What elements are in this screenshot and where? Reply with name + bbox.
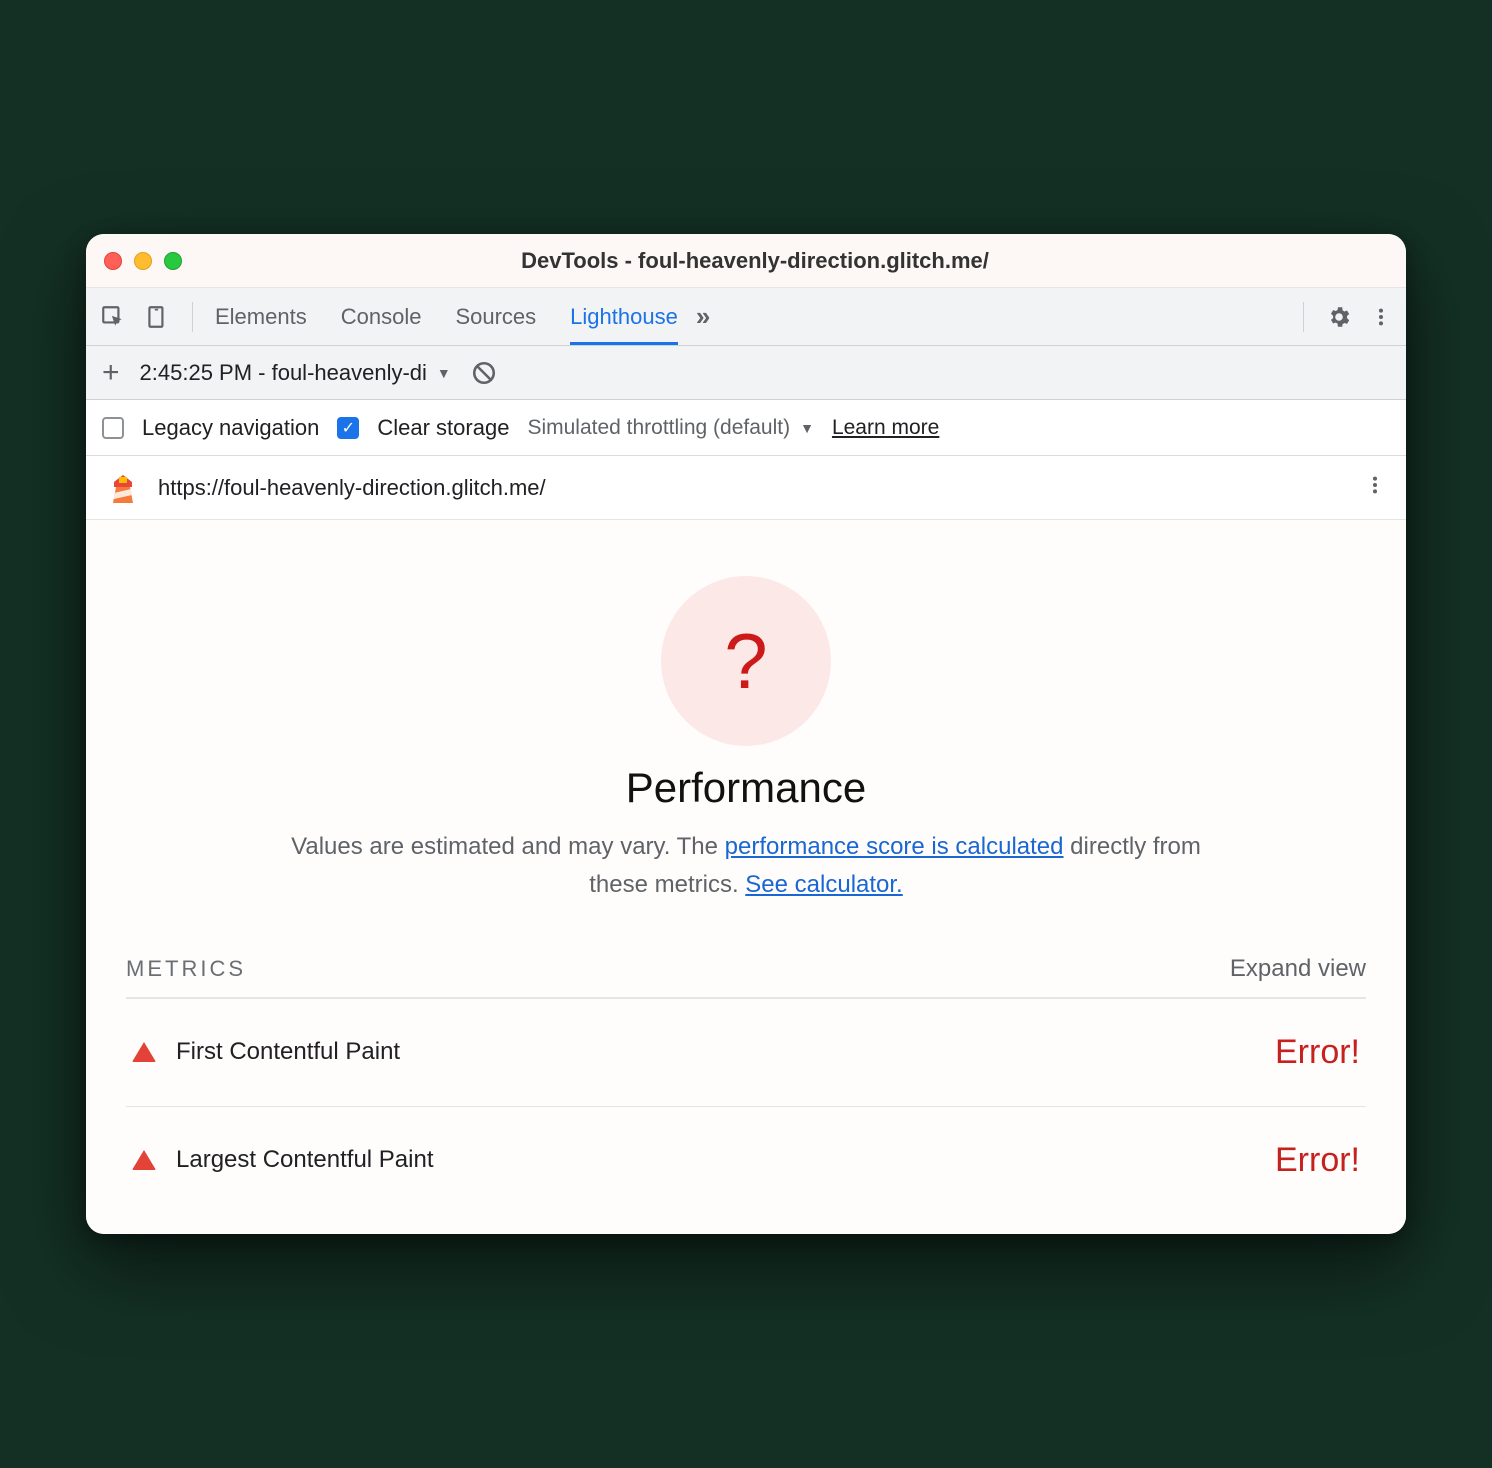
close-window-button[interactable] <box>104 252 122 270</box>
report-url: https://foul-heavenly-direction.glitch.m… <box>158 475 1346 501</box>
more-tabs-icon[interactable]: » <box>696 301 710 332</box>
metric-value: Error! <box>1275 1033 1360 1072</box>
kebab-menu-icon[interactable] <box>1370 306 1392 328</box>
expand-view-toggle[interactable]: Expand view <box>1230 955 1366 983</box>
lighthouse-report: ? Performance Values are estimated and m… <box>86 520 1406 1233</box>
performance-description: Values are estimated and may vary. The p… <box>266 828 1226 902</box>
main-toolbar: Elements Console Sources Lighthouse » <box>86 288 1406 346</box>
inspect-element-icon[interactable] <box>100 304 126 330</box>
device-toggle-icon[interactable] <box>144 304 170 330</box>
clear-icon[interactable] <box>471 360 497 386</box>
chevron-down-icon: ▼ <box>437 365 451 381</box>
metric-row: Largest Contentful Paint Error! <box>126 1107 1366 1214</box>
tab-sources[interactable]: Sources <box>455 288 536 345</box>
settings-gear-icon[interactable] <box>1326 304 1352 330</box>
throttling-label: Simulated throttling (default) <box>527 416 790 440</box>
window-title: DevTools - foul-heavenly-direction.glitc… <box>122 248 1388 274</box>
new-report-button[interactable]: + <box>102 358 120 388</box>
toolbar-divider <box>1303 302 1304 332</box>
metrics-header: METRICS Expand view <box>126 955 1366 999</box>
report-menu-icon[interactable] <box>1364 474 1386 502</box>
learn-more-link[interactable]: Learn more <box>832 416 939 440</box>
panel-tabs: Elements Console Sources Lighthouse <box>215 288 678 345</box>
metric-value: Error! <box>1275 1141 1360 1180</box>
report-url-bar: https://foul-heavenly-direction.glitch.m… <box>86 456 1406 520</box>
titlebar: DevTools - foul-heavenly-direction.glitc… <box>86 234 1406 288</box>
report-selector-label: 2:45:25 PM - foul-heavenly-di <box>140 360 427 386</box>
metric-name: First Contentful Paint <box>176 1038 400 1066</box>
legacy-navigation-checkbox[interactable] <box>102 417 124 439</box>
devtools-window: DevTools - foul-heavenly-direction.glitc… <box>86 234 1406 1233</box>
see-calculator-link[interactable]: See calculator. <box>745 871 902 898</box>
toolbar-divider <box>192 302 193 332</box>
clear-storage-checkbox[interactable]: ✓ <box>337 417 359 439</box>
lighthouse-toolbar: + 2:45:25 PM - foul-heavenly-di ▼ <box>86 346 1406 400</box>
clear-storage-label: Clear storage <box>377 415 509 441</box>
legacy-navigation-label: Legacy navigation <box>142 415 319 441</box>
tab-lighthouse[interactable]: Lighthouse <box>570 288 678 345</box>
metric-row: First Contentful Paint Error! <box>126 999 1366 1107</box>
metric-name: Largest Contentful Paint <box>176 1146 434 1174</box>
metrics-label: METRICS <box>126 956 246 982</box>
performance-heading: Performance <box>106 764 1386 812</box>
tab-console[interactable]: Console <box>341 288 422 345</box>
lighthouse-icon <box>106 471 140 505</box>
chevron-down-icon: ▼ <box>800 420 814 436</box>
report-selector[interactable]: 2:45:25 PM - foul-heavenly-di ▼ <box>140 360 451 386</box>
tab-elements[interactable]: Elements <box>215 288 307 345</box>
score-value: ? <box>724 616 767 707</box>
perf-score-link[interactable]: performance score is calculated <box>725 833 1064 860</box>
throttling-selector[interactable]: Simulated throttling (default) ▼ <box>527 416 814 440</box>
lighthouse-options-bar: Legacy navigation ✓ Clear storage Simula… <box>86 400 1406 456</box>
error-triangle-icon <box>132 1150 156 1170</box>
performance-score-badge: ? <box>661 576 831 746</box>
error-triangle-icon <box>132 1042 156 1062</box>
